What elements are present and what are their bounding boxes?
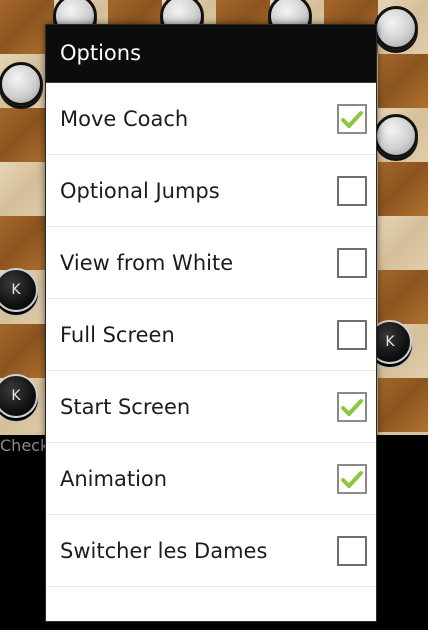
checkbox-view-from-white[interactable]: [337, 248, 367, 278]
checkbox-full-screen[interactable]: [337, 320, 367, 350]
option-full-screen[interactable]: Full Screen: [46, 299, 376, 371]
king-symbol: K: [385, 334, 395, 350]
king-symbol: K: [11, 282, 21, 298]
checkbox-start-screen[interactable]: [337, 392, 367, 422]
check-mark-icon: [341, 471, 363, 488]
white-checker-piece[interactable]: [374, 6, 418, 50]
option-move-coach[interactable]: Move Coach: [46, 83, 376, 155]
option-label: Optional Jumps: [60, 179, 220, 203]
options-dialog: Options Move Coach Optional Jumps View f…: [46, 25, 376, 621]
board-square: [378, 378, 428, 432]
option-optional-jumps[interactable]: Optional Jumps: [46, 155, 376, 227]
check-mark-icon: [341, 111, 363, 128]
option-label: Move Coach: [60, 107, 189, 131]
board-square: [378, 270, 428, 324]
option-label: Start Screen: [60, 395, 191, 419]
dialog-title: Options: [60, 41, 142, 65]
board-square: [378, 216, 428, 270]
option-label: Animation: [60, 467, 168, 491]
game-status-label: Check: [0, 436, 50, 455]
option-label: Switcher les Dames: [60, 539, 268, 563]
board-square: [378, 54, 428, 108]
option-label: Full Screen: [60, 323, 175, 347]
checkbox-switcher-les-dames[interactable]: [337, 536, 367, 566]
option-view-from-white[interactable]: View from White: [46, 227, 376, 299]
options-list[interactable]: Move Coach Optional Jumps View from Whit…: [46, 83, 376, 621]
option-switcher-les-dames[interactable]: Switcher les Dames: [46, 515, 376, 587]
dialog-header: Options: [46, 25, 376, 83]
white-checker-piece[interactable]: [0, 62, 43, 106]
option-start-screen[interactable]: Start Screen: [46, 371, 376, 443]
white-checker-piece[interactable]: [374, 114, 418, 158]
option-label: View from White: [60, 251, 234, 275]
screen: K K K Check Options Move Coach Optional …: [0, 0, 428, 630]
option-partially-visible[interactable]: [46, 587, 376, 621]
checkbox-optional-jumps[interactable]: [337, 176, 367, 206]
checkbox-animation[interactable]: [337, 464, 367, 494]
board-square: [378, 162, 428, 216]
option-animation[interactable]: Animation: [46, 443, 376, 515]
checkbox-move-coach[interactable]: [337, 104, 367, 134]
check-mark-icon: [341, 399, 363, 416]
king-symbol: K: [11, 388, 21, 404]
